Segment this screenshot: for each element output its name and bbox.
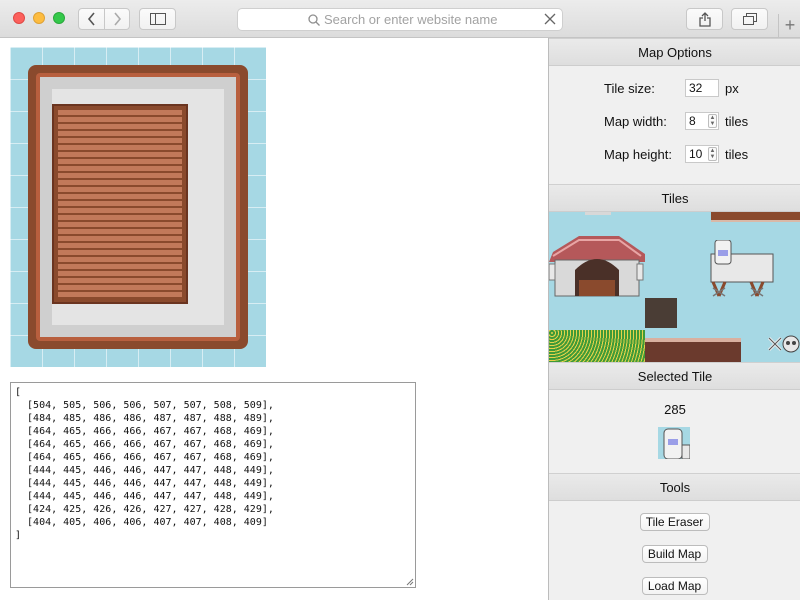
address-placeholder: Search or enter website name [324, 12, 498, 27]
map-options-header: Map Options [549, 38, 800, 66]
tile-size-label: Tile size: [604, 81, 655, 96]
tile-size-input[interactable]: 32 [685, 79, 719, 97]
map-json-line: [404, 405, 406, 406, 407, 407, 408, 409] [15, 517, 268, 528]
back-button[interactable] [78, 8, 105, 30]
sidebar-toggle-button[interactable] [139, 8, 176, 30]
show-tabs-button[interactable] [731, 8, 768, 30]
address-bar[interactable]: Search or enter website name [237, 8, 563, 31]
share-icon [698, 11, 711, 27]
share-button[interactable] [686, 8, 723, 30]
skull-tile-icon[interactable] [767, 334, 800, 354]
map-width-input[interactable]: 8 ▲ ▼ [685, 112, 719, 130]
tileset-palette[interactable] [549, 212, 800, 362]
clear-address-icon[interactable] [544, 13, 556, 25]
map-json-line: [ [15, 387, 22, 398]
map-json-line: [444, 445, 446, 446, 447, 447, 448, 449]… [15, 478, 274, 489]
selected-tile-header: Selected Tile [549, 362, 800, 390]
forward-button[interactable] [104, 8, 130, 30]
map-json-line: [444, 445, 446, 446, 447, 447, 448, 449]… [15, 465, 274, 476]
tile-eraser-button[interactable]: Tile Eraser [639, 513, 710, 531]
chevron-left-icon [87, 12, 95, 26]
browser-toolbar: Search or enter website name + [0, 0, 800, 38]
map-height-label: Map height: [604, 147, 672, 162]
cliff-tile[interactable] [645, 338, 741, 362]
map-json-line: [464, 465, 466, 466, 467, 467, 468, 469]… [15, 439, 274, 450]
map-width-stepper[interactable]: ▲ ▼ [708, 114, 717, 128]
house-tile-icon[interactable] [549, 234, 645, 298]
map-json-textarea[interactable]: [ [504, 505, 506, 506, 507, 507, 508, 50… [10, 382, 416, 588]
map-width-label: Map width: [604, 114, 667, 129]
chevron-right-icon [114, 12, 122, 26]
map-json-line: [464, 465, 466, 466, 467, 467, 468, 469]… [15, 426, 274, 437]
zoom-window-button[interactable] [53, 12, 65, 24]
map-json-line: [484, 485, 486, 486, 487, 487, 488, 489]… [15, 413, 274, 424]
editor-panel: Map Options Tile size: 32 px Map width: … [548, 38, 800, 600]
sidebar-icon [149, 13, 166, 25]
selected-tile-id: 285 [664, 402, 686, 417]
tent-tile-icon[interactable] [707, 240, 779, 312]
tiles-header: Tiles [549, 184, 800, 212]
new-tab-button[interactable]: + [778, 14, 800, 38]
tools-header: Tools [549, 473, 800, 501]
close-window-button[interactable] [13, 12, 25, 24]
wooden-deck [52, 104, 188, 304]
tile-size-unit: px [725, 81, 739, 96]
load-map-button[interactable]: Load Map [641, 577, 708, 595]
rock-tile[interactable] [645, 298, 677, 328]
map-height-stepper[interactable]: ▲ ▼ [708, 147, 717, 161]
resize-handle-icon[interactable] [405, 577, 414, 586]
search-icon [308, 14, 320, 26]
tabs-icon [742, 13, 757, 25]
map-width-unit: tiles [725, 114, 749, 129]
build-map-button[interactable]: Build Map [641, 545, 708, 563]
map-json-line: [464, 465, 466, 466, 467, 467, 468, 469]… [15, 452, 274, 463]
map-height-input[interactable]: 10 ▲ ▼ [685, 145, 719, 163]
map-json-line: [444, 445, 446, 446, 447, 447, 448, 449]… [15, 491, 274, 502]
map-json-line: ] [15, 530, 22, 541]
map-json-line: [504, 505, 506, 506, 507, 507, 508, 509]… [15, 400, 274, 411]
grass-tile[interactable] [549, 330, 645, 362]
map-canvas[interactable] [10, 47, 266, 367]
minimize-window-button[interactable] [33, 12, 45, 24]
map-height-unit: tiles [725, 147, 749, 162]
selected-tile-preview-icon [658, 427, 690, 459]
map-json-line: [424, 425, 426, 426, 427, 427, 428, 429]… [15, 504, 274, 515]
